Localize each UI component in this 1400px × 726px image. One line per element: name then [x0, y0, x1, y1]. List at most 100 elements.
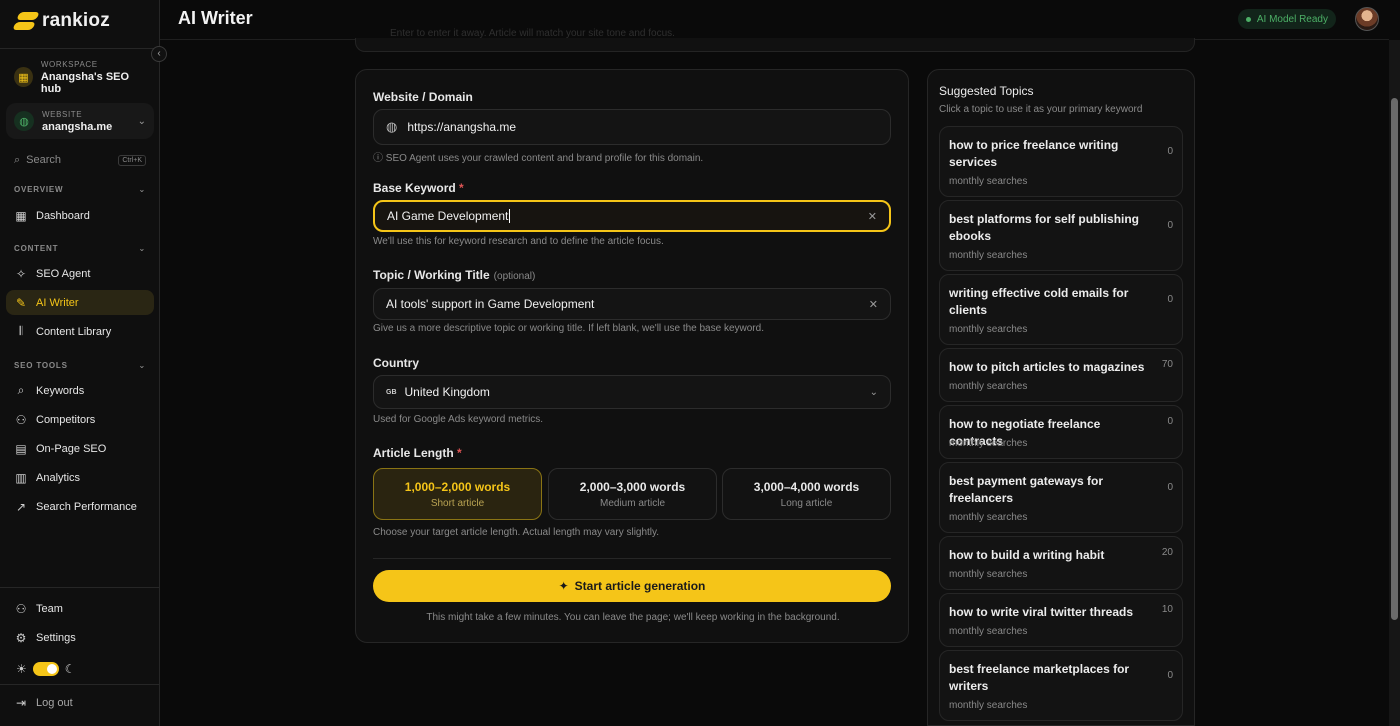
section-overview[interactable]: OVERVIEW ⌄ — [14, 185, 146, 194]
sidebar-item-label: On-Page SEO — [36, 442, 107, 455]
moon-icon: ☾ — [64, 662, 76, 676]
topic-title: writing effective cold emails for client… — [949, 286, 1129, 317]
sidebar-item-ai-writer[interactable]: ✎ AI Writer — [6, 290, 154, 315]
trending-up-icon: ↗ — [15, 499, 27, 514]
topic-meta: monthly searches — [949, 512, 1028, 523]
logout-icon: ⇥ — [15, 695, 27, 710]
sidebar-item-settings[interactable]: ⚙ Settings — [6, 625, 154, 650]
topic-meta: monthly searches — [949, 626, 1028, 637]
length-option-desc: Short article — [430, 498, 485, 509]
scrollbar-thumb[interactable] — [1391, 98, 1398, 620]
collapse-sidebar-button[interactable]: ‹ — [151, 46, 167, 62]
section-seo-tools-label: SEO TOOLS — [14, 361, 68, 370]
topic-meta: monthly searches — [949, 176, 1028, 187]
topic-title: best platforms for self publishing ebook… — [949, 212, 1140, 243]
topic-card[interactable]: best freelance marketplaces for writers 0… — [939, 650, 1183, 721]
topic-field-label: Topic / Working Title (optional) — [373, 268, 535, 282]
brand-name: rankioz — [42, 10, 110, 31]
section-overview-label: OVERVIEW — [14, 185, 64, 194]
dashboard-icon: ▦ — [15, 208, 27, 223]
topic-card[interactable]: best platforms for self publishing ebook… — [939, 200, 1183, 271]
topic-card[interactable]: how to write viral twitter threads 10 mont… — [939, 593, 1183, 647]
sidebar-item-analytics[interactable]: ▥ Analytics — [6, 465, 154, 490]
sidebar-search[interactable]: ⌕ Search Ctrl+K — [14, 152, 146, 168]
divider — [0, 684, 160, 685]
website-switcher[interactable]: ◍ WEBSITE anangsha.me ⌄ — [6, 103, 154, 139]
topic-meta: monthly searches — [949, 438, 1028, 449]
topic-card[interactable]: how to build a writing habit 20 monthly se… — [939, 536, 1183, 590]
gear-icon: ⚙ — [15, 630, 27, 645]
sidebar-item-label: Keywords — [36, 384, 85, 397]
search-icon: ⌕ — [14, 153, 21, 166]
topic-title: how to write viral twitter threads — [949, 605, 1134, 619]
avatar[interactable] — [1355, 7, 1379, 31]
topic-search-count: 0 — [1167, 146, 1173, 157]
website-field-label: Website / Domain — [373, 90, 473, 104]
topic-card[interactable]: how to pitch articles to magazines 70 mont… — [939, 348, 1183, 402]
theme-toggle[interactable] — [32, 662, 59, 676]
brand-logo[interactable]: rankioz — [12, 10, 110, 32]
sidebar-item-competitors[interactable]: ⚇ Competitors — [6, 407, 154, 432]
divider — [373, 558, 891, 559]
topic-search-count: 0 — [1167, 482, 1173, 493]
length-option-words: 3,000–4,000 words — [753, 480, 860, 494]
base-keyword-input[interactable]: AI Game Development ✕ — [373, 200, 891, 232]
workspace-name: Anangsha's SEO hub — [40, 70, 130, 95]
sidebar-item-content-library[interactable]: 𝄃 Content Library — [6, 319, 154, 344]
length-option-long[interactable]: 3,000–4,000 words Long article — [722, 468, 891, 520]
start-generation-button[interactable]: ✦ Start article generation — [373, 570, 891, 602]
clear-icon[interactable]: ✕ — [868, 210, 877, 223]
section-seo-tools[interactable]: SEO TOOLS ⌄ — [14, 361, 146, 370]
clear-icon[interactable]: ✕ — [869, 298, 878, 311]
status-dot-icon — [1245, 16, 1251, 22]
section-content[interactable]: CONTENT ⌄ — [14, 244, 146, 253]
intro-text: Enter to enter it away. Article will mat… — [390, 28, 675, 39]
length-option-short[interactable]: 1,000–2,000 words Short article — [373, 468, 542, 520]
sidebar-item-label: Search Performance — [36, 500, 137, 513]
sidebar-item-keywords[interactable]: ⌕ Keywords — [6, 378, 154, 403]
flag-icon: GB — [386, 388, 397, 396]
workspace-switcher[interactable]: ▦ WORKSPACE Anangsha's SEO hub — [6, 60, 154, 95]
keyword-hint: We'll use this for keyword research and … — [373, 236, 664, 247]
globe-icon: ◍ — [386, 119, 398, 134]
sidebar-item-label: Content Library — [36, 325, 112, 338]
topic-card[interactable]: best payment gateways for freelancers 0 mo… — [939, 462, 1183, 533]
page-title: AI Writer — [178, 8, 253, 28]
sparkle-icon: ✦ — [558, 579, 569, 593]
search-shortcut: Ctrl+K — [118, 154, 146, 166]
keyword-field-label: Base Keyword * — [373, 181, 464, 195]
logout-button[interactable]: ⇥ Log out — [6, 690, 154, 715]
suggested-topics-panel: Suggested Topics Click a topic to use it… — [927, 69, 1195, 726]
chevron-down-icon: ⌄ — [869, 386, 878, 398]
website-name: anangsha.me — [42, 120, 113, 133]
divider — [0, 587, 160, 588]
bar-chart-icon: ▥ — [15, 470, 27, 485]
topic-search-count: 10 — [1161, 604, 1173, 615]
sidebar-item-team[interactable]: ⚇ Team — [6, 596, 154, 621]
sidebar-item-seo-agent[interactable]: ✧ SEO Agent — [6, 261, 154, 286]
topic-title: how to build a writing habit — [949, 548, 1105, 562]
topic-input[interactable]: AI tools' support in Game Development ✕ — [373, 288, 891, 320]
sidebar-item-dashboard[interactable]: ▦ Dashboard — [6, 203, 154, 228]
topic-card[interactable]: writing effective cold emails for client… — [939, 274, 1183, 345]
intro-card: Enter to enter it away. Article will mat… — [355, 28, 1195, 52]
search-icon: ⌕ — [17, 383, 25, 397]
website-hint: ⓘ SEO Agent uses your crawled content an… — [373, 153, 704, 164]
page-scrollbar[interactable] — [1389, 40, 1400, 726]
length-option-words: 2,000–3,000 words — [579, 480, 686, 494]
sidebar-item-onpage-seo[interactable]: ▤ On-Page SEO — [6, 436, 154, 461]
sidebar-item-label: AI Writer — [36, 296, 79, 309]
sidebar-item-search-performance[interactable]: ↗ Search Performance — [6, 494, 154, 519]
theme-switch[interactable]: ☀ ☾ — [16, 662, 76, 676]
topic-title: best payment gateways for freelancers — [949, 474, 1104, 505]
website-field[interactable]: ◍ https://anangsha.me — [373, 109, 891, 145]
length-option-medium[interactable]: 2,000–3,000 words Medium article — [548, 468, 717, 520]
topic-title: how to pitch articles to magazines — [949, 360, 1145, 374]
length-label-text: Article Length — [373, 446, 454, 460]
topic-card[interactable]: how to price freelance writing services 0… — [939, 126, 1183, 197]
topics-title: Suggested Topics — [939, 84, 1034, 98]
country-select[interactable]: GB United Kingdom ⌄ — [373, 375, 891, 409]
topic-card[interactable]: how to negotiate freelance contracts 0 mon… — [939, 405, 1183, 459]
length-hint: Choose your target article length. Actua… — [373, 527, 660, 538]
pen-icon: ✎ — [15, 295, 27, 310]
